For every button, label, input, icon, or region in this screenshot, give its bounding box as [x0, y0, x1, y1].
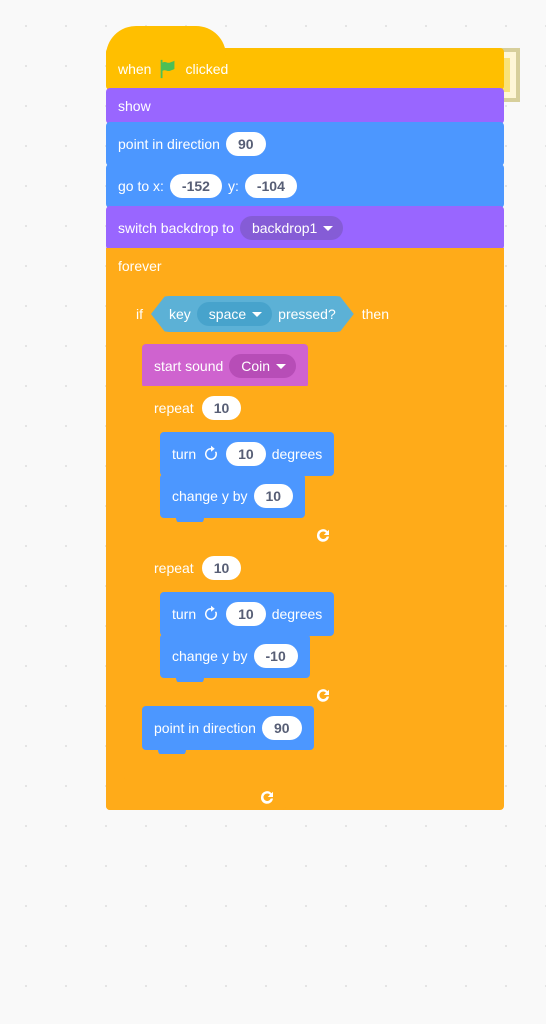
backdrop-dropdown[interactable]: backdrop1	[240, 216, 343, 240]
hat-cap	[106, 26, 226, 56]
goto-xy-block[interactable]: go to x: -152 y: -104	[106, 164, 504, 208]
turn2-label-a: turn	[172, 606, 196, 622]
forever-head: forever	[106, 248, 504, 284]
turn1-label-b: degrees	[272, 446, 323, 462]
turn-cw-icon	[202, 445, 220, 463]
repeat1-foot	[142, 522, 342, 548]
key-label-b: pressed?	[278, 306, 336, 322]
goto-y-input[interactable]: -104	[245, 174, 297, 198]
forever-foot	[106, 784, 286, 810]
goto-x-input[interactable]: -152	[170, 174, 222, 198]
key-label-a: key	[169, 306, 191, 322]
chy1-label: change y by	[172, 488, 248, 504]
repeat2-count[interactable]: 10	[202, 556, 242, 580]
forever-label: forever	[118, 258, 162, 274]
chy2-value[interactable]: -10	[254, 644, 298, 668]
change-y-block-2[interactable]: change y by -10	[160, 634, 310, 678]
point-dir2-value[interactable]: 90	[262, 716, 302, 740]
turn1-value[interactable]: 10	[226, 442, 266, 466]
repeat1-count[interactable]: 10	[202, 396, 242, 420]
goto-label-y: y:	[228, 178, 239, 194]
point-dir-input[interactable]: 90	[226, 132, 266, 156]
repeat2-label: repeat	[154, 560, 194, 576]
when-flag-clicked-block[interactable]: when clicked	[106, 48, 504, 90]
start-sound-block[interactable]: start sound Coin	[142, 344, 308, 388]
repeat2-foot	[142, 682, 342, 708]
switch-backdrop-label: switch backdrop to	[118, 220, 234, 236]
start-sound-label: start sound	[154, 358, 223, 374]
turn-cw-block-1[interactable]: turn 10 degrees	[160, 432, 334, 476]
key-dropdown[interactable]: space	[197, 302, 272, 326]
script-stack[interactable]: when clicked show point in direction 90 …	[106, 48, 504, 810]
change-y-block-1[interactable]: change y by 10	[160, 474, 305, 518]
then-label: then	[362, 306, 389, 322]
turn-cw-icon	[202, 605, 220, 623]
if-label: if	[136, 306, 143, 322]
show-label: show	[118, 98, 151, 114]
loop-arrow-icon	[314, 686, 332, 704]
show-block[interactable]: show	[106, 88, 504, 124]
chy2-label: change y by	[172, 648, 248, 664]
repeat1-label: repeat	[154, 400, 194, 416]
if-foot	[124, 754, 504, 780]
point-in-direction-block[interactable]: point in direction 90	[106, 122, 504, 166]
loop-arrow-icon	[314, 526, 332, 544]
repeat-block-1[interactable]: repeat 10 turn	[142, 386, 342, 548]
chy1-value[interactable]: 10	[254, 484, 294, 508]
hat-prefix: when	[118, 61, 151, 77]
turn1-label-a: turn	[172, 446, 196, 462]
point-dir-label: point in direction	[118, 136, 220, 152]
loop-arrow-icon	[258, 788, 276, 806]
repeat2-head: repeat 10	[142, 546, 342, 590]
if-head: if key space pressed? then	[124, 286, 504, 342]
repeat-block-2[interactable]: repeat 10 turn	[142, 546, 342, 708]
hat-suffix: clicked	[185, 61, 228, 77]
turn-cw-block-2[interactable]: turn 10 degrees	[160, 592, 334, 636]
if-block[interactable]: if key space pressed? then start sound	[124, 286, 504, 780]
goto-label-x: go to x:	[118, 178, 164, 194]
forever-block[interactable]: forever if key space pressed? then	[106, 248, 504, 810]
repeat1-head: repeat 10	[142, 386, 342, 430]
key-pressed-reporter[interactable]: key space pressed?	[151, 296, 354, 332]
sound-dropdown[interactable]: Coin	[229, 354, 296, 378]
turn2-value[interactable]: 10	[226, 602, 266, 626]
switch-backdrop-block[interactable]: switch backdrop to backdrop1	[106, 206, 504, 250]
turn2-label-b: degrees	[272, 606, 323, 622]
point-dir2-label: point in direction	[154, 720, 256, 736]
green-flag-icon	[157, 58, 179, 80]
point-in-direction-block-2[interactable]: point in direction 90	[142, 706, 314, 750]
